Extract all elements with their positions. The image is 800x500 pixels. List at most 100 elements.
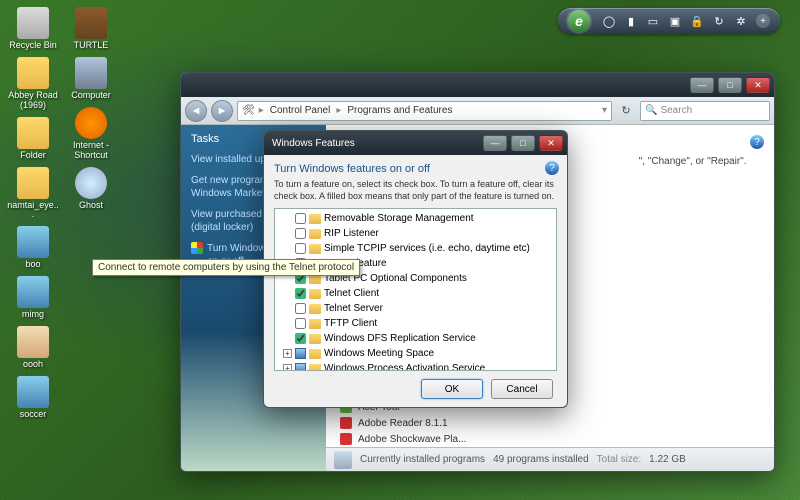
computer-icon	[75, 57, 107, 89]
feature-label: Windows Process Activation Service	[324, 363, 485, 371]
refresh-icon[interactable]: ↻	[712, 14, 726, 28]
radio-icon[interactable]: ▭	[646, 14, 660, 28]
folder-icon	[309, 334, 321, 344]
installed-program[interactable]: Adobe Reader 8.1.1	[340, 415, 760, 431]
crumb-control-panel[interactable]: Control Panel	[268, 105, 333, 116]
folder-icon	[309, 319, 321, 329]
program-name: Adobe Reader 8.1.1	[358, 418, 448, 429]
dialog-help-icon[interactable]: ?	[545, 161, 559, 175]
feature-item[interactable]: +Simple TCPIP services (i.e. echo, dayti…	[277, 241, 554, 256]
help-icon[interactable]: ?	[750, 135, 764, 149]
namtai-icon	[17, 167, 49, 199]
status-label: Currently installed programs	[360, 454, 485, 465]
breadcrumb[interactable]: 🛠 ▸ Control Panel ▸ Programs and Feature…	[237, 101, 612, 121]
folder-icon	[309, 244, 321, 254]
desktop-icon-abbey-road[interactable]: Abbey Road (1969)	[5, 55, 61, 113]
folder-icon	[309, 364, 321, 371]
feature-item[interactable]: + Windows Meeting Space	[277, 346, 554, 361]
desktop-icon-turtle[interactable]: TURTLE	[63, 5, 119, 53]
icon-label: mimg	[22, 310, 44, 320]
checkbox-indeterminate[interactable]	[295, 348, 306, 359]
battery-icon[interactable]: ▮	[624, 14, 638, 28]
lock-icon[interactable]: 🔒	[690, 14, 704, 28]
program-icon	[340, 417, 352, 429]
cancel-button[interactable]: Cancel	[491, 379, 553, 399]
feature-checkbox[interactable]	[295, 228, 306, 239]
checkbox-indeterminate[interactable]	[295, 363, 306, 371]
feature-item[interactable]: +Telnet Server	[277, 301, 554, 316]
installed-program[interactable]: Adobe Shockwave Pla...	[340, 431, 760, 447]
camera-icon[interactable]: ▣	[668, 14, 682, 28]
feature-item[interactable]: + Windows Process Activation Service	[277, 361, 554, 371]
icon-label: Abbey Road (1969)	[7, 91, 59, 111]
desktop-icon-namtai[interactable]: namtai_eye...	[5, 165, 61, 223]
feature-item[interactable]: +RIP Listener	[277, 226, 554, 241]
desktop-icon-mimg[interactable]: mimg	[5, 274, 61, 322]
status-bar: Currently installed programs 49 programs…	[326, 447, 774, 471]
window-titlebar[interactable]: — □ ✕	[181, 73, 774, 97]
desktop-icon-soccer[interactable]: soccer	[5, 374, 61, 422]
search-input[interactable]: 🔍 Search	[640, 101, 770, 121]
folder-icon	[309, 229, 321, 239]
feature-checkbox[interactable]	[295, 333, 306, 344]
desktop-icon-oooh[interactable]: oooh	[5, 324, 61, 372]
ghost-icon	[75, 167, 107, 199]
dialog-description: To turn a feature on, select its check b…	[274, 179, 557, 202]
feature-label: Removable Storage Management	[324, 213, 474, 224]
folder-icon	[309, 214, 321, 224]
dialog-maximize-button[interactable]: □	[511, 135, 535, 151]
programs-icon	[334, 451, 352, 469]
feature-item[interactable]: +Telnet Client	[277, 286, 554, 301]
tooltip: Connect to remote computers by using the…	[92, 259, 360, 276]
feature-label: Windows DFS Replication Service	[324, 333, 476, 344]
oooh-icon	[17, 326, 49, 358]
folder-icon	[309, 349, 321, 359]
desktop-icon-internet[interactable]: Internet - Shortcut	[63, 105, 119, 163]
feature-item[interactable]: +Removable Storage Management	[277, 211, 554, 226]
dialog-close-button[interactable]: ✕	[539, 135, 563, 151]
feature-label: Windows Meeting Space	[324, 348, 434, 359]
feature-item[interactable]: +Windows DFS Replication Service	[277, 331, 554, 346]
address-bar: ◄ ► 🛠 ▸ Control Panel ▸ Programs and Fea…	[181, 97, 774, 125]
icon-label: boo	[25, 260, 40, 270]
dialog-heading: Turn Windows features on or off	[274, 163, 557, 175]
instruction-text: ", "Change", or "Repair".	[639, 156, 747, 167]
feature-checkbox[interactable]	[295, 288, 306, 299]
minimize-button[interactable]: —	[690, 77, 714, 93]
feature-checkbox[interactable]	[295, 303, 306, 314]
feature-checkbox[interactable]	[295, 243, 306, 254]
gear-icon[interactable]: ✲	[734, 14, 748, 28]
expander-icon[interactable]: +	[283, 349, 292, 358]
turtle-icon	[75, 7, 107, 39]
icon-label: Folder	[20, 151, 46, 161]
program-icon	[340, 433, 352, 445]
desktop-icon-boo[interactable]: boo	[5, 224, 61, 272]
feature-checkbox[interactable]	[295, 318, 306, 329]
close-button[interactable]: ✕	[746, 77, 770, 93]
icon-label: Recycle Bin	[9, 41, 57, 51]
ok-button[interactable]: OK	[421, 379, 483, 399]
dialog-minimize-button[interactable]: —	[483, 135, 507, 151]
browser-icon[interactable]: e	[568, 10, 590, 32]
feature-label: Telnet Server	[324, 303, 383, 314]
feature-checkbox[interactable]	[295, 213, 306, 224]
features-tree[interactable]: +Removable Storage Management+RIP Listen…	[274, 208, 557, 371]
desktop-icon-computer[interactable]: Computer	[63, 55, 119, 103]
crumb-programs[interactable]: Programs and Features	[345, 105, 454, 116]
refresh-button[interactable]: ↻	[616, 101, 636, 121]
search-icon: 🔍	[645, 105, 657, 116]
desktop-icon-ghost[interactable]: Ghost	[63, 165, 119, 213]
desktop-icon-recycle-bin[interactable]: Recycle Bin	[5, 5, 61, 53]
soccer-icon	[17, 376, 49, 408]
maximize-button[interactable]: □	[718, 77, 742, 93]
forward-button[interactable]: ►	[211, 100, 233, 122]
icon-label: Ghost	[79, 201, 103, 211]
dialog-titlebar[interactable]: Windows Features — □ ✕	[264, 131, 567, 155]
abbey-road-icon	[17, 57, 49, 89]
dock-expand-icon[interactable]: +	[756, 14, 770, 28]
back-button[interactable]: ◄	[185, 100, 207, 122]
globe-icon[interactable]: ◯	[602, 14, 616, 28]
feature-item[interactable]: +TFTP Client	[277, 316, 554, 331]
expander-icon[interactable]: +	[283, 364, 292, 371]
desktop-icon-folder[interactable]: Folder	[5, 115, 61, 163]
